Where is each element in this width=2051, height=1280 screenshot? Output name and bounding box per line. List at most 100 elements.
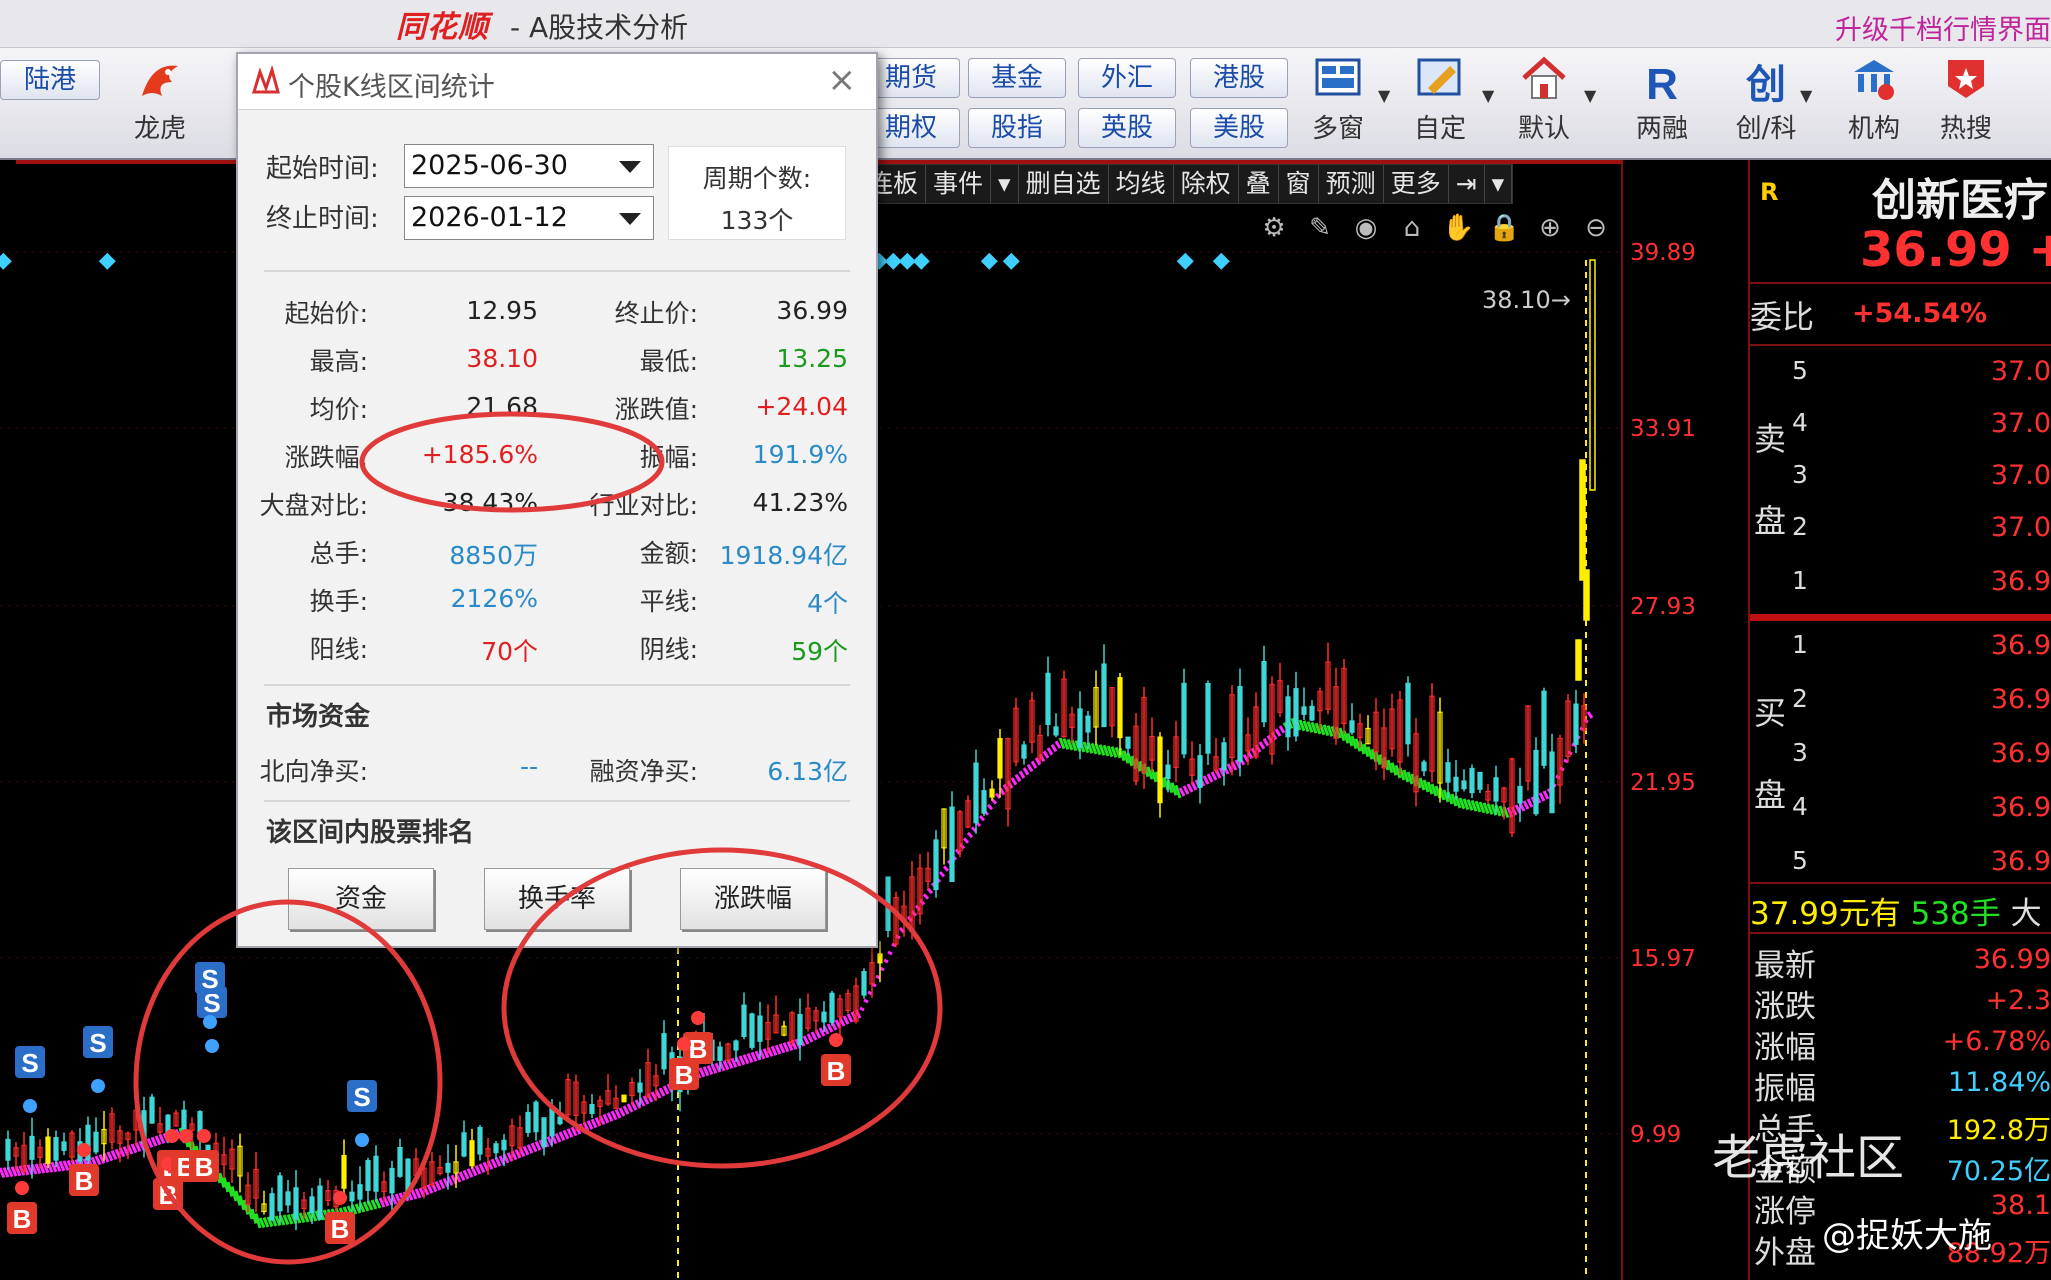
candle-body	[501, 1139, 507, 1151]
moving-average-band	[254, 1213, 262, 1229]
market-button[interactable]: 外汇	[1078, 58, 1176, 98]
buy-signal-dot	[77, 1143, 91, 1157]
chart-tab[interactable]: 事件	[926, 165, 992, 203]
chevron-down-icon[interactable]: ▼	[1482, 86, 1494, 105]
basket-icon[interactable]: ⌂	[1396, 212, 1428, 244]
watermark-tiger-community: 老虎社区	[1712, 1130, 1905, 1186]
moving-average-band	[1362, 743, 1370, 758]
divider	[264, 270, 850, 272]
event-marker[interactable]	[1002, 252, 1020, 270]
market-funds-heading: 市场资金	[266, 702, 371, 732]
candle-body	[373, 1155, 379, 1192]
upgrade-link[interactable]: 升级千档行情界面	[1835, 8, 2051, 47]
price-axis-label: 39.89	[1630, 240, 1696, 266]
lugang-button[interactable]: 陆港	[0, 60, 100, 100]
end-time-select[interactable]: 2026-01-12	[404, 196, 654, 240]
institution-button[interactable]: 机构	[1842, 56, 1906, 144]
ranking-heading: 该区间内股票排名	[266, 818, 475, 848]
chart-tab[interactable]: ▾	[1485, 165, 1513, 203]
moving-average-band	[922, 893, 930, 900]
chuang-button[interactable]: 创创/科	[1734, 56, 1798, 144]
market-button[interactable]: 股指	[968, 108, 1066, 148]
moving-average-band	[1126, 752, 1134, 767]
candle-body	[357, 1184, 363, 1200]
moving-average-band	[106, 1151, 114, 1162]
rank-change-button[interactable]: 涨跌幅	[680, 868, 826, 930]
stat-label: 金额:	[639, 539, 698, 568]
event-marker[interactable]	[1176, 252, 1194, 270]
moving-average-band	[1182, 785, 1190, 795]
zoom-out-icon[interactable]: ⊖	[1580, 212, 1612, 244]
rank-fund-button[interactable]: 资金	[288, 868, 434, 930]
moving-average-band	[1586, 711, 1594, 719]
chart-tab[interactable]: 更多	[1384, 165, 1449, 203]
moving-average-band	[1202, 775, 1210, 785]
moving-average-band	[942, 865, 950, 872]
event-marker[interactable]	[912, 252, 930, 270]
event-marker[interactable]	[1212, 252, 1230, 270]
moving-average-band	[1350, 735, 1358, 750]
event-marker[interactable]	[98, 252, 116, 270]
pen-icon[interactable]: ✎	[1304, 212, 1336, 244]
chart-tab[interactable]: 预测	[1319, 165, 1384, 203]
longhu-button[interactable]: 龙虎	[128, 56, 192, 144]
market-button[interactable]: 英股	[1078, 108, 1176, 148]
stat-value: 38.10	[466, 344, 538, 373]
buy-signal-dot	[179, 1129, 193, 1143]
stat-label: 涨跌幅:	[284, 443, 368, 472]
zoom-in-icon[interactable]: ⊕	[1534, 212, 1566, 244]
rank-turnover-button[interactable]: 换手率	[484, 868, 630, 930]
chevron-down-icon[interactable]: ▼	[1800, 86, 1812, 105]
moving-average-band	[806, 1033, 814, 1043]
eye-icon[interactable]: ◉	[1350, 212, 1382, 244]
stat-value: 8850万	[449, 541, 538, 570]
candle-body	[1117, 677, 1123, 739]
chart-tab[interactable]: 叠	[1239, 165, 1279, 203]
lock-icon[interactable]: 🔒	[1488, 212, 1520, 244]
moving-average-band	[586, 1120, 594, 1130]
candle-body	[1301, 706, 1307, 715]
stat-label: 换手:	[309, 587, 368, 616]
custom-edit-button[interactable]: 自定	[1408, 56, 1472, 144]
candle-body	[1221, 742, 1227, 771]
price-axis-label: 15.97	[1630, 946, 1696, 972]
moving-average-band	[154, 1135, 162, 1146]
event-marker[interactable]	[980, 252, 998, 270]
candle-body	[317, 1185, 323, 1220]
chart-tabs: 连板 事件 ▾ 删自选 均线 除权叠窗预测 更多 ⇥ ▾	[860, 164, 1514, 204]
moving-average-band	[414, 1188, 422, 1199]
market-button[interactable]: 港股	[1190, 58, 1288, 98]
chevron-down-icon[interactable]: ▼	[1584, 86, 1596, 105]
moving-average-band	[1390, 762, 1398, 776]
chart-tab[interactable]: 窗	[1279, 165, 1319, 203]
signal-label: B	[75, 1166, 94, 1196]
settings-icon[interactable]: ⚙	[1258, 212, 1290, 244]
moving-average-band	[1010, 777, 1018, 786]
margin-r-button[interactable]: R 两融	[1630, 56, 1694, 144]
stat-value: 1918.94亿	[719, 541, 848, 570]
candle-body	[285, 1191, 291, 1206]
quote-label: 外盘	[1754, 1235, 1816, 1271]
hand-icon[interactable]: ✋	[1442, 212, 1474, 244]
margin-net-buy-label: 融资净买:	[589, 757, 698, 786]
moving-average-band	[966, 831, 974, 839]
market-button[interactable]: 基金	[968, 58, 1066, 98]
home-button[interactable]: 默认	[1512, 56, 1576, 144]
multi-window-button[interactable]: 多窗	[1306, 56, 1370, 144]
market-button[interactable]: 美股	[1190, 108, 1288, 148]
chart-tab[interactable]: ▾	[991, 165, 1019, 203]
sell-signal-dot	[205, 1039, 219, 1053]
close-icon[interactable]: ×	[828, 60, 857, 100]
stat-value: +185.6%	[421, 440, 538, 469]
dialog-title-bar[interactable]: 个股K线区间统计 ×	[238, 54, 876, 110]
chart-tab[interactable]: 均线	[1109, 165, 1174, 203]
chart-tab[interactable]: 删自选	[1019, 165, 1109, 203]
chevron-down-icon[interactable]: ▼	[1378, 86, 1390, 105]
chart-tab[interactable]: ⇥	[1449, 165, 1485, 203]
moving-average-band	[478, 1163, 486, 1174]
start-time-select[interactable]: 2025-06-30	[404, 144, 654, 188]
event-marker[interactable]	[0, 252, 12, 270]
chart-tab[interactable]: 除权	[1174, 165, 1239, 203]
hot-search-button[interactable]: 热搜	[1934, 56, 1998, 144]
moving-average-band	[1030, 760, 1038, 769]
